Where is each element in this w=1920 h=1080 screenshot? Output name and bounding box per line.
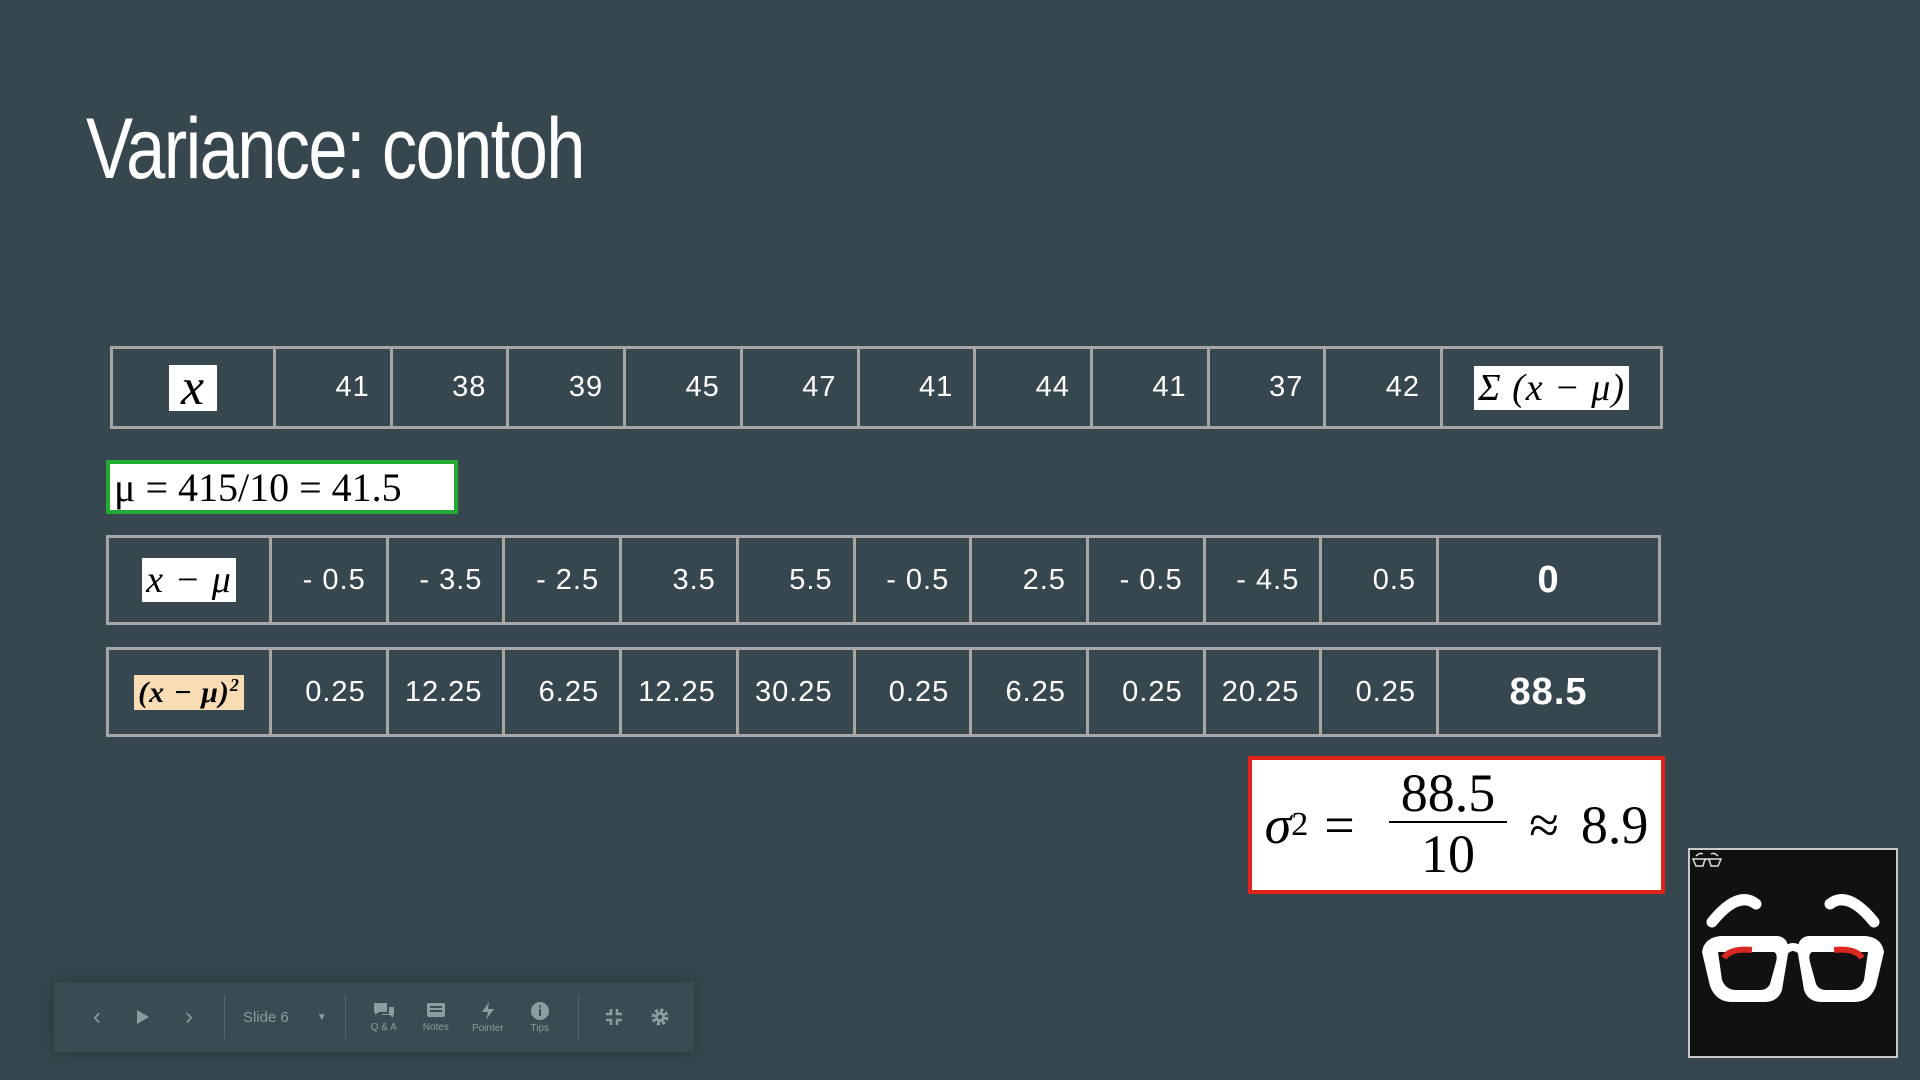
x-value-cell: 41	[1089, 349, 1207, 426]
settings-button[interactable]	[637, 1006, 683, 1028]
x-value-cell: 41	[856, 349, 974, 426]
play-button[interactable]	[120, 1009, 166, 1025]
x-value-cell: 41	[273, 349, 390, 426]
qa-label: Q & A	[370, 1021, 397, 1033]
squared-formula-exponent: 2	[229, 674, 240, 695]
variance-result: 8.9	[1580, 795, 1649, 855]
x-values-row: x 41 38 39 45 47 41 44 41 37 42 Σ (x − μ…	[110, 346, 1663, 429]
gear-icon	[651, 1008, 669, 1026]
channel-logo	[1688, 848, 1898, 1058]
pointer-button[interactable]: Pointer	[462, 1001, 514, 1034]
small-glasses-icon	[1691, 852, 1723, 867]
squared-value-cell: 6.25	[502, 650, 619, 734]
exit-fullscreen-icon	[605, 1009, 622, 1025]
toolbar-divider	[224, 995, 225, 1039]
notes-button[interactable]: Notes	[410, 1002, 462, 1033]
mean-formula-box: μ = 415/10 = 41.5	[106, 460, 458, 514]
qa-button[interactable]: Q & A	[358, 1002, 410, 1033]
x-value-cell: 42	[1323, 349, 1440, 426]
squared-value-cell: 20.25	[1202, 650, 1320, 734]
sigma-exponent: 2	[1291, 806, 1309, 843]
chat-icon	[373, 1002, 394, 1018]
tips-label: Tips	[530, 1022, 550, 1034]
squared-value-cell: 0.25	[852, 650, 970, 734]
deviation-value-cell: - 4.5	[1202, 538, 1320, 622]
prev-slide-button[interactable]: ‹	[74, 1003, 120, 1031]
variance-fraction: 88.5 10	[1388, 764, 1508, 886]
squared-value-cell: 0.25	[1085, 650, 1203, 734]
squared-value-cell: 12.25	[385, 650, 503, 734]
chevron-right-icon: ›	[185, 1003, 193, 1030]
sum-deviation-formula: Σ (x − μ)	[1474, 365, 1630, 410]
toolbar-divider	[344, 995, 346, 1039]
deviation-header-cell: x − μ	[109, 538, 269, 622]
x-symbol: x	[168, 361, 218, 413]
slide-title: Variance: contoh	[86, 101, 585, 197]
deviation-value-cell: - 3.5	[385, 538, 503, 622]
squared-value-cell: 0.25	[269, 650, 386, 734]
presenter-toolbar: ‹ › Slide 6 ▼ Q & A Notes Pointer Tips	[54, 982, 694, 1052]
slide-select[interactable]: Slide 6 ▼	[237, 1009, 333, 1026]
deviation-row: x − μ - 0.5 - 3.5 - 2.5 3.5 5.5 - 0.5 2.…	[106, 535, 1661, 625]
x-value-cell: 47	[739, 349, 857, 426]
deviation-value-cell: - 0.5	[852, 538, 970, 622]
next-slide-button[interactable]: ›	[166, 1003, 212, 1031]
info-icon	[530, 1001, 549, 1020]
variance-denominator: 10	[1420, 824, 1475, 885]
squared-value-cell: 6.25	[969, 650, 1086, 734]
x-value-cell: 37	[1206, 349, 1324, 426]
pointer-icon	[481, 1001, 494, 1020]
deviation-value-cell: 3.5	[619, 538, 736, 622]
chevron-left-icon: ‹	[93, 1003, 101, 1030]
deviation-value-cell: 5.5	[735, 538, 853, 622]
sigma-symbol: σ	[1264, 795, 1292, 855]
squared-value-cell: 0.25	[1319, 650, 1436, 734]
notes-label: Notes	[422, 1021, 449, 1033]
squared-value-cell: 12.25	[619, 650, 736, 734]
slide-select-label: Slide 6	[243, 1008, 289, 1026]
squared-sum-cell: 88.5	[1436, 650, 1658, 734]
x-value-cell: 39	[506, 349, 623, 426]
sum-deviation-header: Σ (x − μ)	[1440, 349, 1660, 426]
squared-deviation-row: (x − μ)2 0.25 12.25 6.25 12.25 30.25 0.2…	[106, 647, 1661, 737]
tips-button[interactable]: Tips	[514, 1001, 566, 1034]
play-icon	[137, 1010, 149, 1024]
glasses-icon	[1702, 894, 1884, 1002]
variance-numerator: 88.5	[1388, 764, 1508, 824]
x-value-cell: 44	[973, 349, 1090, 426]
deviation-value-cell: - 0.5	[269, 538, 386, 622]
squared-value-cell: 30.25	[735, 650, 853, 734]
deviation-value-cell: 2.5	[969, 538, 1086, 622]
x-value-cell: 45	[623, 349, 740, 426]
x-header-cell: x	[113, 349, 273, 426]
squared-header-cell: (x − μ)2	[109, 650, 269, 734]
deviation-formula: x − μ	[142, 558, 236, 602]
x-value-cell: 38	[389, 349, 507, 426]
variance-formula-box: σ2 = 88.5 10 ≈ 8.9	[1248, 756, 1665, 894]
deviation-value-cell: 0.5	[1319, 538, 1436, 622]
deviation-sum-cell: 0	[1436, 538, 1658, 622]
toolbar-divider	[577, 995, 579, 1039]
approx-sign: ≈	[1529, 795, 1559, 855]
exit-fullscreen-button[interactable]	[591, 1008, 637, 1026]
notes-icon	[426, 1002, 445, 1017]
deviation-value-cell: - 2.5	[502, 538, 619, 622]
pointer-label: Pointer	[471, 1022, 504, 1034]
squared-formula-base: (x − μ)	[138, 675, 230, 709]
squared-deviation-formula: (x − μ)2	[134, 674, 244, 710]
mean-formula: μ = 415/10 = 41.5	[114, 464, 402, 510]
caret-down-icon: ▼	[316, 1011, 327, 1023]
equals-sign: =	[1324, 795, 1355, 855]
deviation-value-cell: - 0.5	[1085, 538, 1203, 622]
